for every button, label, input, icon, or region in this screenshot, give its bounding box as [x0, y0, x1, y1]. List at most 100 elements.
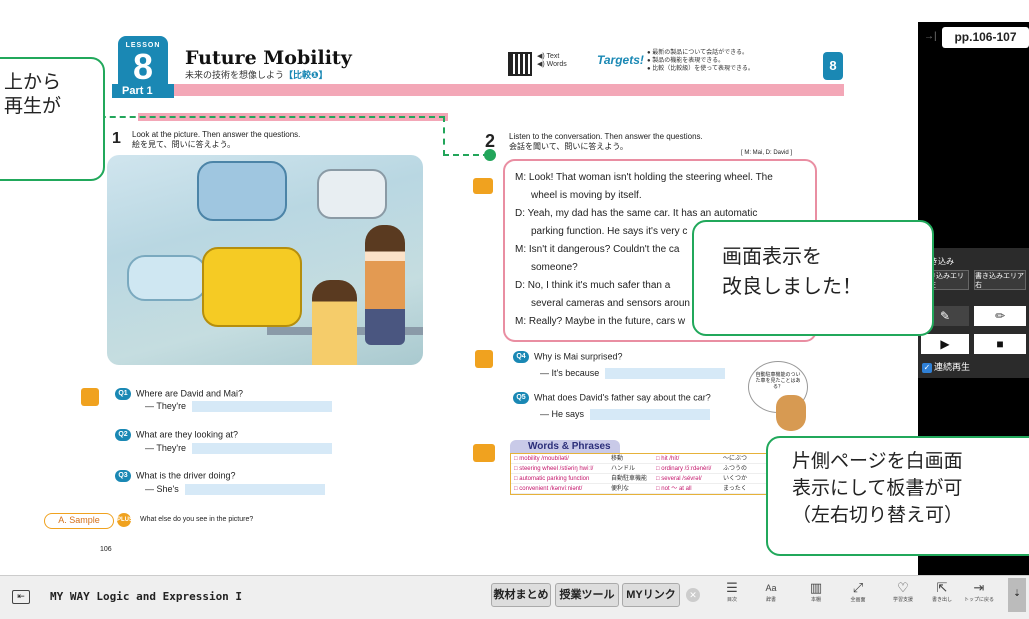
close-icon[interactable]: ✕ [686, 588, 700, 602]
toc-label: 目次 [726, 597, 737, 603]
target-item: ● 製品の機能を表現できる。 [647, 58, 725, 64]
qr-words-label: ◀) Words [537, 61, 567, 68]
q4-badge: Q4 [513, 351, 529, 363]
top-icon[interactable]: ⇥ トップに戻る [960, 580, 998, 603]
q1-answer-prefix: — They're [145, 401, 187, 411]
q3-text: What is the driver doing? [136, 470, 236, 481]
plus-question: What else do you see in the picture? [140, 516, 254, 523]
word-meaning: 移動 [611, 456, 624, 462]
q3-answer-prefix: — She's [145, 484, 179, 494]
q3-badge: Q3 [115, 470, 131, 482]
top-label: トップに戻る [963, 597, 994, 603]
q2-answer-prefix: — They're [145, 443, 187, 453]
dashed-connector [443, 154, 489, 156]
target-item: ● 最新の製品について会話ができる。 [647, 50, 748, 56]
question-q4: Q4 Why is Mai surprised? [513, 351, 623, 363]
q5-answer-field[interactable] [590, 409, 711, 421]
q2-text: What are they looking at? [136, 429, 239, 440]
q2-answer-field[interactable] [192, 443, 333, 455]
q4-answer-prefix: — It's because [540, 368, 600, 378]
continuous-play-label: 連続再生 [934, 362, 971, 372]
bookshelf-icon[interactable]: ▥ 本棚 [797, 580, 835, 603]
callout-line: 画面表示を [722, 246, 822, 268]
summary-button[interactable]: 教材まとめ [491, 583, 551, 607]
connector-dot [484, 149, 496, 161]
words-icon[interactable] [473, 444, 495, 462]
page-number: 106 [100, 546, 112, 553]
word: □ convenient /kənvíːniənt/ [514, 486, 583, 492]
word: □ several /sévrəl/ [656, 476, 702, 482]
bookshelf-label: 本棚 [810, 597, 821, 603]
conversation-line: M: Look! That woman isn't holding the st… [515, 172, 773, 183]
word-meaning: ふつうの [723, 466, 748, 472]
answer-icon[interactable] [475, 350, 493, 368]
question-q3: Q3 What is the driver doing? [115, 470, 236, 482]
words-row: □ automatic parking function 自動駐車機能 □ seve… [511, 474, 769, 484]
support-glyph: ♡ [897, 580, 909, 595]
white-car [317, 169, 387, 219]
back-icon[interactable]: ⇤ [12, 590, 30, 604]
tools-button[interactable]: 授業ツール [555, 583, 619, 607]
words-row: □ mobility /moubíləti/移動 □ hit /hít/ 〜にぶつ [511, 454, 769, 464]
play-button[interactable]: ▶ [921, 334, 969, 354]
qr-code[interactable] [508, 52, 532, 76]
words-row: □ steering wheel /stíəriŋ hwìːl/ハンドル □ or… [511, 464, 769, 474]
dictionary-label: 辞書 [765, 597, 776, 603]
word-meaning: 〜にぶつ [723, 456, 748, 462]
q5-answer-prefix: — He says [540, 409, 585, 419]
answer-q4: — It's because [540, 368, 726, 380]
fullscreen-icon[interactable]: ⤢ 全画面 [839, 580, 877, 603]
stop-button[interactable]: ■ [974, 334, 1026, 354]
sample-answer-button[interactable]: A. Sample [44, 513, 114, 529]
callout-line: （左右切り替え可） [792, 505, 964, 526]
export-icon[interactable]: ⇱ 書き出し [923, 580, 961, 603]
silver-car [127, 255, 207, 301]
word-meaning: いくつか [723, 476, 748, 482]
pencil-icon[interactable]: ✏ [974, 306, 1026, 326]
q1-number: 1 [112, 130, 121, 147]
collapse-footer-icon[interactable]: ⇣ [1008, 578, 1026, 612]
callout-line: 改良しました！ [722, 276, 862, 298]
q3-answer-field[interactable] [184, 484, 325, 496]
callout-line: 片側ページを白画面 [792, 451, 963, 472]
textbook-viewer: LESSON 8 Future Mobility 未来の技術を想像しよう【比較❶… [0, 0, 1029, 619]
word-meaning: まったく [723, 486, 747, 492]
rabbit-mascot [776, 395, 806, 431]
continuous-play-checkbox[interactable]: ✓ 連続再生 [922, 360, 970, 373]
answer-q3: — She's [145, 484, 325, 496]
word: □ hit /hít/ [656, 456, 680, 462]
support-icon[interactable]: ♡ 学習支援 [884, 580, 922, 603]
lesson-number: 8 [132, 46, 154, 87]
subtitle-jp: 未来の技術を想像しよう [185, 70, 285, 80]
q1-answer-field[interactable] [192, 401, 333, 413]
answer-q1: — They're [145, 401, 333, 413]
word-meaning: ハンドル [611, 466, 636, 472]
callout-playback: 上から 再生が [0, 57, 105, 181]
callout-line: 表示にして板書が可 [792, 478, 963, 499]
collapse-panel-icon[interactable]: →| [924, 31, 937, 42]
callout-line: 再生が [4, 96, 62, 117]
lesson-title: Future Mobility [185, 47, 352, 69]
script-icon[interactable] [473, 178, 493, 194]
question-q2: Q2 What are they looking at? [115, 429, 238, 441]
write-area-right-button[interactable]: 書き込みエリア右 [974, 270, 1026, 290]
fullscreen-label: 全画面 [850, 597, 866, 603]
q4-text: Why is Mai surprised? [534, 351, 623, 362]
callout-line: 上から [4, 72, 62, 93]
parking-lot-illustration [107, 155, 423, 365]
q1-en: Look at the picture. Then answer the que… [132, 130, 301, 139]
q4-answer-field[interactable] [605, 368, 726, 380]
word: □ automatic parking function [514, 476, 590, 482]
toc-icon[interactable]: ☰ 目次 [713, 580, 751, 603]
q1-instruction: Look at the picture. Then answer the que… [132, 130, 300, 150]
toc-glyph: ☰ [726, 580, 738, 595]
answer-icon[interactable] [81, 388, 99, 406]
q2-badge: Q2 [115, 429, 131, 441]
qr-text-label: ◀) Text [537, 53, 560, 60]
david-figure [312, 280, 357, 365]
plus-badge: PLUS [117, 513, 133, 527]
question-q5: Q5 What does David's father say about the… [513, 392, 711, 404]
dictionary-icon[interactable]: Aa 辞書 [752, 580, 790, 603]
words-row: □ convenient /kənvíːniənt/便利な □ not 〜 at … [511, 484, 769, 494]
links-button[interactable]: MYリンク [622, 583, 680, 607]
